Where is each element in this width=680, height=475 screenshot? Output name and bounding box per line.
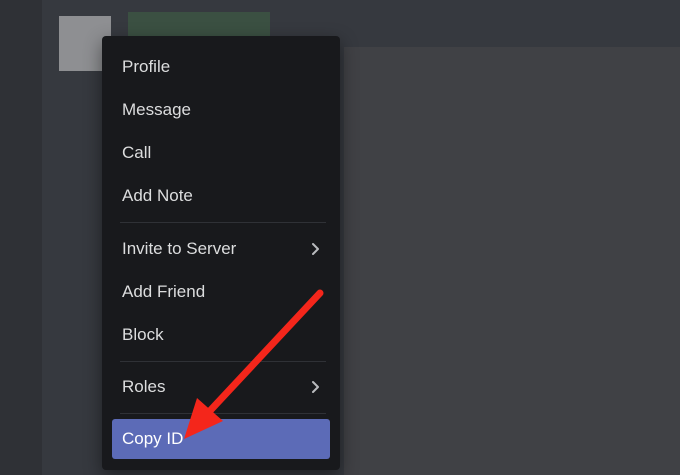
chevron-right-icon [312, 381, 319, 393]
menu-item-label: Add Friend [122, 282, 206, 301]
menu-item-label: Call [122, 143, 152, 162]
menu-item-label: Profile [122, 57, 171, 76]
menu-separator [120, 361, 326, 362]
menu-item-block[interactable]: Block [112, 319, 330, 351]
menu-item-add-friend[interactable]: Add Friend [112, 276, 330, 308]
menu-item-label: Message [122, 100, 191, 119]
chevron-right-icon [312, 243, 319, 255]
menu-item-roles[interactable]: Roles [112, 371, 330, 403]
menu-item-copy-id[interactable]: Copy ID [112, 419, 330, 459]
menu-item-profile[interactable]: Profile [112, 51, 330, 83]
menu-item-message[interactable]: Message [112, 94, 330, 126]
menu-item-label: Add Note [122, 186, 193, 205]
menu-item-invite-to-server[interactable]: Invite to Server [112, 233, 330, 265]
menu-separator [120, 413, 326, 414]
user-context-menu: Profile Message Call Add Note Invite to … [102, 36, 340, 470]
menu-item-label: Roles [122, 377, 166, 396]
menu-separator [120, 222, 326, 223]
menu-item-label: Block [122, 325, 164, 344]
obscured-content-pane [344, 47, 680, 475]
server-sidebar [0, 0, 42, 475]
menu-item-label: Copy ID [122, 429, 184, 448]
menu-item-add-note[interactable]: Add Note [112, 180, 330, 212]
menu-item-label: Invite to Server [122, 239, 237, 258]
menu-item-call[interactable]: Call [112, 137, 330, 169]
